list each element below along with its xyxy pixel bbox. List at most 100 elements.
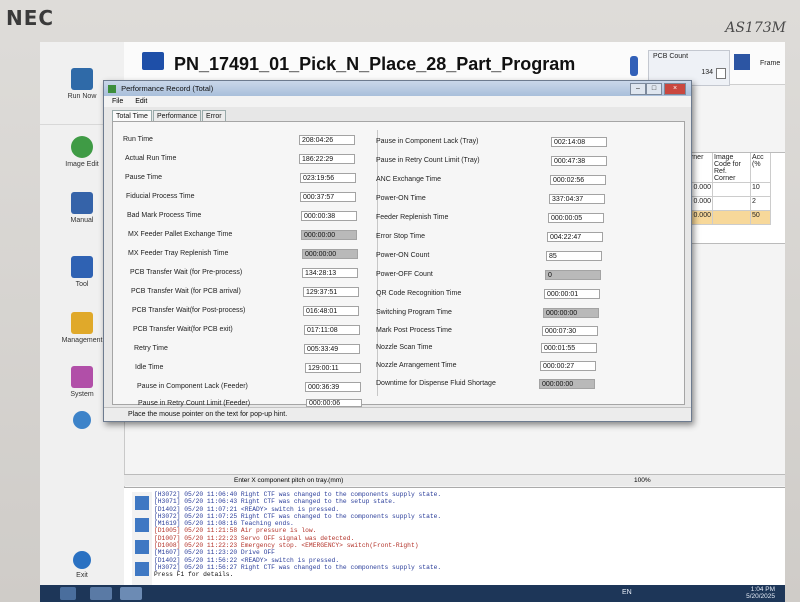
maximize-button[interactable]: □ [646,83,662,95]
label-nozzle-arrangement-time: Nozzle Arrangement Time [376,362,457,369]
label-actual-run-time: Actual Run Time [125,155,177,162]
log-line-error: [D1007] 05/20 11:22:23 Servo OFF signal … [154,534,355,542]
list-icon [135,518,149,532]
label-downtime-dispense-fluid: Downtime for Dispense Fluid Shortage [376,380,496,387]
col-header-acc: Acc (% [751,153,771,183]
pcb-count-label: PCB Count [653,53,689,60]
value-power-off-count: 0 [545,270,601,280]
label-mx-feeder-pallet-exchange: MX Feeder Pallet Exchange Time [128,231,233,238]
management-icon [71,312,93,334]
hint-text: Enter X component pitch on tray.(mm) [234,477,344,484]
nav-exit-label: Exit [76,572,88,579]
nav-management-label: Management [61,337,103,344]
log-line: [H3072] 05/20 11:06:40 Right CTF was cha… [154,491,442,498]
dialog-title: Performance Record (Total) [121,84,214,93]
value-pcb-wait-pre-process: 134:28:13 [302,268,358,278]
nav-system-label: System [70,391,94,398]
label-pause-retry-limit-feeder: Pause in Retry Count Limit (Feeder) [138,400,251,407]
table-cell[interactable]: 10 [751,183,771,197]
dialog-status-bar: Place the mouse pointer on the text for … [104,407,691,421]
menu-bar: File Edit [104,96,691,107]
info-icon [135,496,149,510]
col-header-image-code: Image Code for Ref. Corner [713,153,751,183]
taskbar: EN 1:04 PM 5/20/2025 [40,585,785,602]
frame-button[interactable]: Frame [734,50,784,80]
component-table: Corner Image Code for Ref. Corner Acc (%… [680,152,785,244]
label-pcb-wait-exit: PCB Transfer Wait(for PCB exit) [133,326,233,333]
app-icon [108,85,116,94]
nav-tool-label: Tool [75,281,89,288]
value-retry-time: 005:33:49 [304,344,360,354]
start-icon[interactable] [60,587,76,600]
monitor-brand: NEC [6,6,55,30]
nav-run-now-label: Run Now [67,93,97,100]
value-bad-mark-process-time: 000:00:38 [301,211,357,221]
log-icons [132,492,152,592]
clock[interactable]: 1:04 PM 5/20/2025 [746,586,775,600]
clock-date: 5/20/2025 [746,593,775,600]
label-mx-feeder-tray-replenish: MX Feeder Tray Replenish Time [128,250,229,257]
table-cell[interactable]: 50 [751,211,771,225]
performance-record-dialog: Performance Record (Total) – □ × File Ed… [103,80,692,422]
value-mark-post-process-time: 000:07:30 [542,326,598,336]
hand-icon [71,192,93,214]
label-pcb-wait-pre-process: PCB Transfer Wait (for Pre-process) [130,269,243,276]
reset-count-icon[interactable] [716,68,726,79]
program-title: PN_17491_01_Pick_N_Place_28_Part_Program [174,54,576,74]
table-cell[interactable] [713,211,751,225]
clock-time: 1:04 PM [750,586,775,593]
refresh-icon [73,411,91,429]
value-power-on-time: 337:04:37 [549,194,605,204]
table-cell[interactable]: 2 [751,197,771,211]
value-fiducial-process-time: 000:37:57 [300,192,356,202]
total-time-panel: Run Time 208:04:26 Actual Run Time 186:2… [112,121,685,407]
value-nozzle-scan-time: 000:01:55 [541,343,597,353]
menu-file[interactable]: File [112,98,123,105]
log-line: [M1619] 05/20 11:08:16 Teaching ends. [154,520,294,528]
label-idle-time: Idle Time [135,364,164,371]
log-line: [H3072] 05/20 11:07:25 Right CTF was cha… [154,512,442,520]
value-pcb-wait-exit: 017:11:08 [304,325,360,335]
value-pcb-wait-post-process: 016:48:01 [303,306,359,316]
log-lines: [H3072] 05/20 11:06:40 Right CTF was cha… [154,491,441,579]
monitor-model: AS173M [725,20,786,36]
language-indicator[interactable]: EN [622,589,632,596]
value-idle-time: 129:00:11 [305,363,361,373]
dialog-titlebar[interactable]: Performance Record (Total) – □ × [104,81,691,96]
value-pause-component-lack-tray: 002:14:08 [551,137,607,147]
close-button[interactable]: × [664,83,686,95]
label-feeder-replenish-time: Feeder Replenish Time [376,214,449,221]
value-downtime-dispense-fluid: 000:00:00 [539,379,595,389]
nav-manual-label: Manual [70,217,94,224]
label-error-stop-time: Error Stop Time [376,233,426,240]
label-pcb-wait-post-process: PCB Transfer Wait(for Post-process) [132,307,246,314]
hint-bar: Enter X component pitch on tray.(mm) 100… [124,474,785,486]
log-line: [D1402] 05/20 11:56:22 <READY> switch is… [154,556,340,564]
label-mark-post-process-time: Mark Post Process Time [376,327,452,334]
table-cell[interactable] [713,183,751,197]
taskbar-app-icon[interactable] [120,587,142,600]
operator-icon[interactable] [630,56,638,76]
label-power-off-count: Power-OFF Count [376,271,433,278]
log-line: [M1607] 05/20 11:23:20 Drive OFF [154,549,275,557]
label-pause-time: Pause Time [125,174,162,181]
label-power-on-time: Power-ON Time [376,195,426,202]
log-line: [D1402] 05/20 11:07:21 <READY> switch is… [154,505,340,513]
power-icon [73,551,91,569]
monitor-bezel: NEC AS173M Run Now Image Edit Manual Too… [0,0,800,602]
value-pcb-wait-arrival: 129:37:51 [303,287,359,297]
label-anc-exchange-time: ANC Exchange Time [376,176,441,183]
minimize-button[interactable]: – [630,83,646,95]
value-pause-time: 023:19:56 [300,173,356,183]
taskbar-app-icon[interactable] [90,587,112,600]
run-now-icon [71,68,93,90]
value-mx-feeder-tray-replenish: 000:00:00 [302,249,358,259]
value-feeder-replenish-time: 000:00:05 [548,213,604,223]
menu-edit[interactable]: Edit [135,98,147,105]
table-cell[interactable] [713,197,751,211]
folder-icon[interactable] [142,52,164,70]
label-power-on-count: Power-ON Count [376,252,430,259]
value-pause-component-lack-feeder: 000:36:39 [305,382,361,392]
value-pause-retry-limit-tray: 000:47:38 [551,156,607,166]
label-qr-code-recognition-time: QR Code Recognition Time [376,290,462,297]
